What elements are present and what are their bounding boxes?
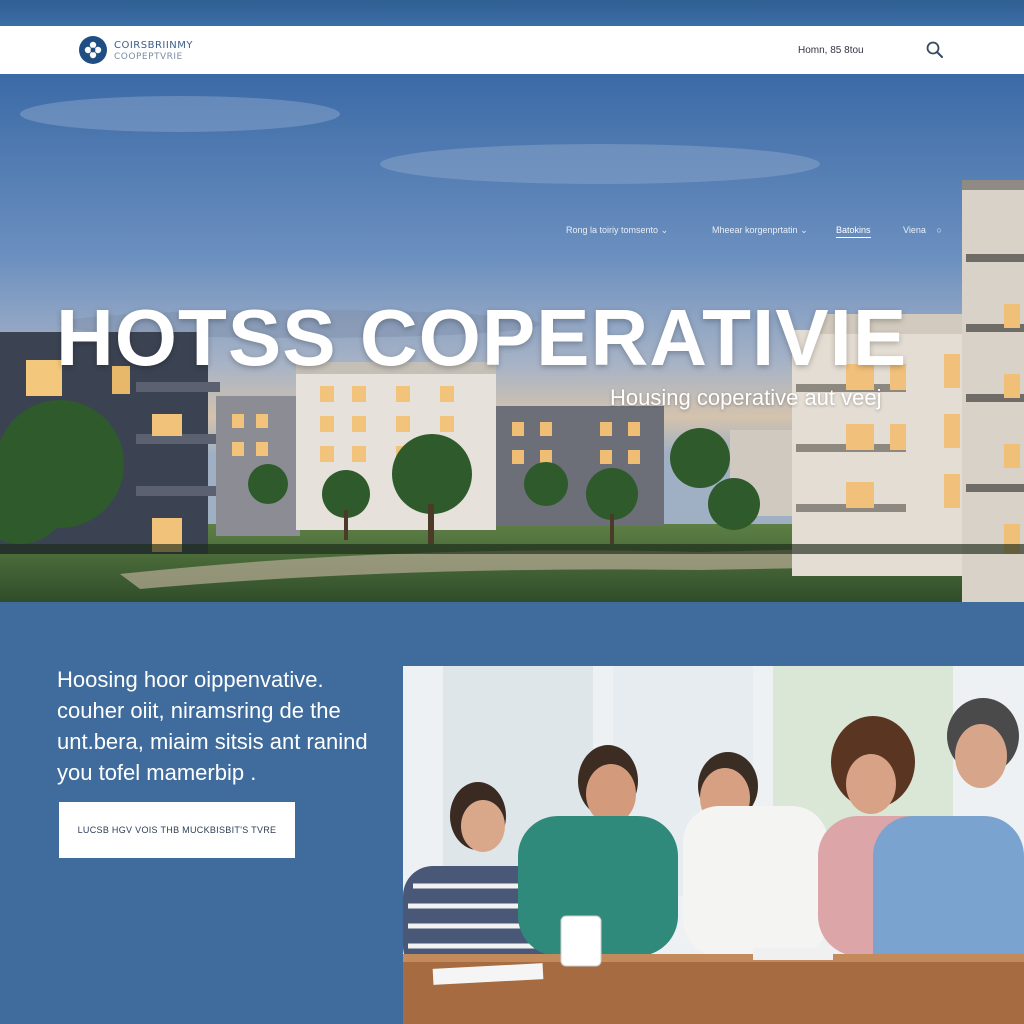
- intro-line: you tofel mamerbip .: [57, 760, 257, 785]
- intro-line: unt.bera, miaim sitsis ant ranind: [57, 729, 368, 754]
- chevron-down-icon: ⌄: [660, 225, 669, 235]
- chevron-down-icon: ⌄: [800, 225, 808, 235]
- intro-line: couher oiit, niramsring de the: [57, 698, 341, 723]
- intro-line: Hoosing hoor oippenvative.: [57, 667, 324, 692]
- hero-title: HOTSS COPERATIVIE: [56, 293, 908, 382]
- nav-item-4[interactable]: Viena ○: [903, 225, 942, 235]
- search-icon[interactable]: [925, 40, 945, 65]
- cta-button[interactable]: LUCSB HGV VOIS THB MUCKBISBIT'S TVRE: [59, 802, 295, 858]
- community-photo: [403, 666, 1024, 1024]
- flower-icon[interactable]: [79, 36, 107, 64]
- hero-section: Rong la toiriy tomsento ⌄ Mheear korgenp…: [0, 74, 1024, 602]
- top-strip: [0, 0, 1024, 26]
- nav-item-3[interactable]: Batokins: [836, 225, 871, 238]
- hero-subtitle: Housing coperative aut veej: [610, 385, 882, 410]
- site-header: COIRSBRIINMY COOPEPTVRIE Homn, 85 8tou: [0, 26, 1024, 75]
- circle-icon: ○: [936, 225, 942, 235]
- nav-item-2[interactable]: Mheear korgenprtatin ⌄: [712, 225, 808, 236]
- nav-item-1[interactable]: Rong la toiriy tomsento ⌄: [566, 225, 668, 236]
- brand-tagline: COOPEPTVRIE: [114, 52, 183, 62]
- header-contact[interactable]: Homn, 85 8tou: [798, 45, 864, 56]
- intro-text: Hoosing hoor oippenvative. couher oiit, …: [57, 664, 387, 788]
- brand-name[interactable]: COIRSBRIINMY: [114, 40, 193, 51]
